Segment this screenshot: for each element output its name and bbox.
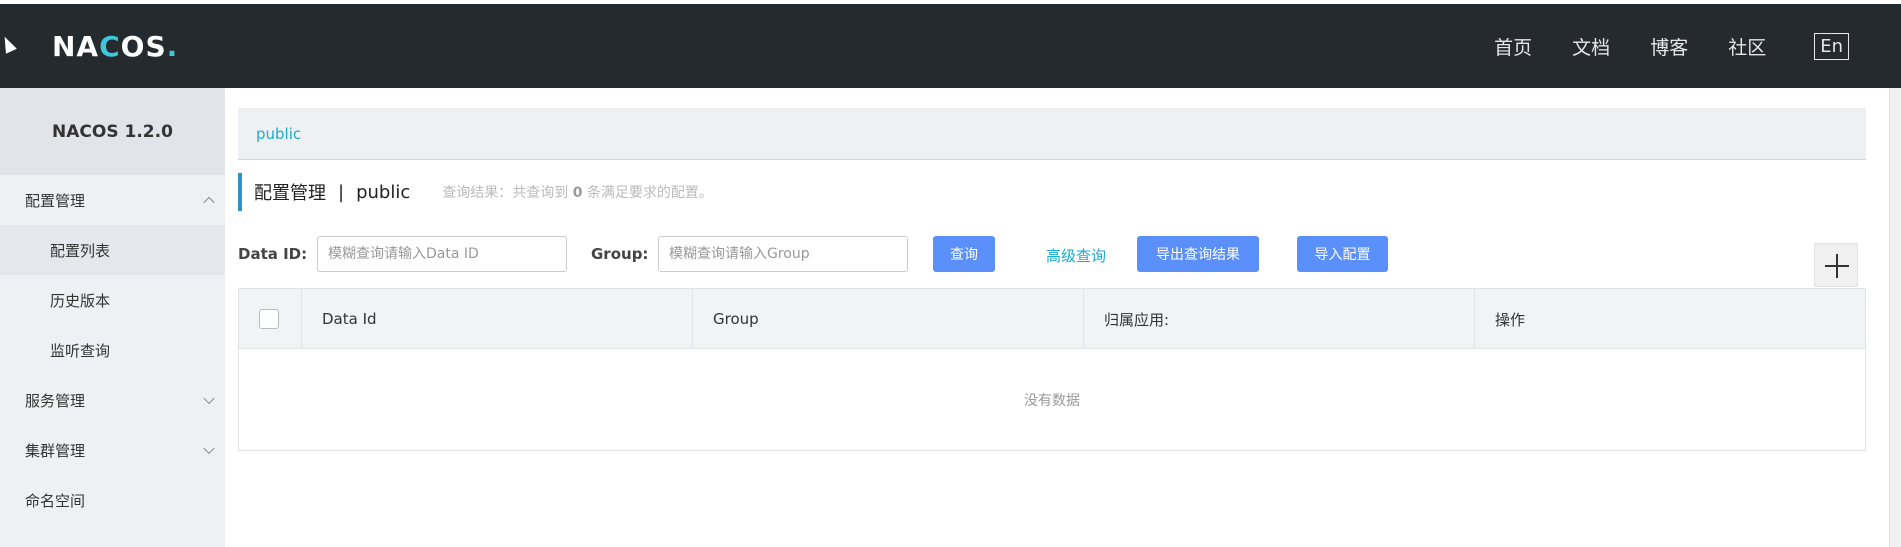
column-header-actions: 操作 xyxy=(1495,310,1526,329)
language-switch-button[interactable]: En xyxy=(1814,32,1849,60)
import-config-button[interactable]: 导入配置 xyxy=(1297,236,1388,272)
sidebar-item-label: 历史版本 xyxy=(50,291,111,310)
nav-home[interactable]: 首页 xyxy=(1494,33,1532,60)
hint-suffix: 条满足要求的配置。 xyxy=(586,185,713,201)
hint-prefix: 查询结果：共查询到 xyxy=(442,185,569,201)
sidebar: NACOS 1.2.0 配置管理 配置列表 历史版本 监听查询 服务管理 集群管… xyxy=(0,88,225,547)
chevron-down-icon xyxy=(203,392,215,405)
top-header: NACOS. 首页 文档 博客 社区 En xyxy=(0,4,1901,88)
logo-text-end: OS xyxy=(120,30,167,63)
query-button[interactable]: 查询 xyxy=(933,236,995,272)
nav-docs[interactable]: 文档 xyxy=(1572,33,1610,60)
config-table: Data Id Group 归属应用: 操作 没有数据 xyxy=(238,288,1866,451)
column-header-data-id[interactable]: Data Id xyxy=(302,289,693,349)
chevron-up-icon xyxy=(203,196,215,209)
sidebar-item-listener-query[interactable]: 监听查询 xyxy=(0,325,225,375)
nacos-logo[interactable]: NACOS. xyxy=(52,32,178,62)
page-header: 配置管理 | public 查询结果：共查询到 0 条满足要求的配置。 xyxy=(238,173,713,211)
column-header-app[interactable]: 归属应用: xyxy=(1084,289,1475,349)
column-header-group[interactable]: Group xyxy=(693,289,1084,349)
select-all-cell xyxy=(239,289,302,349)
data-id-label: Data ID: xyxy=(238,245,308,263)
query-result-hint: 查询结果：共查询到 0 条满足要求的配置。 xyxy=(442,182,713,202)
table-header: Data Id Group 归属应用: 操作 xyxy=(239,289,1865,349)
sidebar-item-cluster-management[interactable]: 集群管理 xyxy=(0,425,225,475)
data-id-input[interactable]: 模糊查询请输入Data ID xyxy=(317,236,567,272)
namespace-breadcrumb: public xyxy=(238,108,1866,160)
mouse-cursor-icon xyxy=(0,34,17,54)
advanced-query-link[interactable]: 高级查询 xyxy=(1046,245,1106,266)
sidebar-version-title: NACOS 1.2.0 xyxy=(0,88,225,175)
logo-text-accent: C xyxy=(99,30,121,63)
sidebar-item-label: 服务管理 xyxy=(25,391,86,410)
result-count: 0 xyxy=(572,185,583,201)
group-label: Group: xyxy=(591,245,649,263)
sidebar-item-label: 配置列表 xyxy=(50,241,111,260)
sidebar-item-label: 集群管理 xyxy=(25,441,86,460)
page-namespace: public xyxy=(356,181,411,203)
group-input[interactable]: 模糊查询请输入Group xyxy=(658,236,908,272)
chevron-down-icon xyxy=(203,442,215,455)
add-config-plus-icon[interactable] xyxy=(1814,243,1858,287)
sidebar-item-label: 配置管理 xyxy=(25,191,86,210)
sidebar-item-config-list[interactable]: 配置列表 xyxy=(0,225,225,275)
nav-blog[interactable]: 博客 xyxy=(1650,33,1688,60)
sidebar-item-label: 命名空间 xyxy=(25,491,86,510)
sidebar-item-label: 监听查询 xyxy=(50,341,111,360)
page-title: 配置管理 xyxy=(254,183,326,204)
sidebar-item-config-management[interactable]: 配置管理 xyxy=(0,175,225,225)
sidebar-item-namespace[interactable]: 命名空间 xyxy=(0,475,225,525)
sidebar-item-history[interactable]: 历史版本 xyxy=(0,275,225,325)
namespace-link-public[interactable]: public xyxy=(256,125,301,143)
top-nav: 首页 文档 博客 社区 En xyxy=(1494,4,1849,88)
title-separator: | xyxy=(338,181,345,203)
table-empty-state: 没有数据 xyxy=(1024,392,1080,409)
nav-community[interactable]: 社区 xyxy=(1728,33,1766,60)
logo-dot: . xyxy=(166,30,179,63)
search-bar: Data ID: 模糊查询请输入Data ID Group: 模糊查询请输入Gr… xyxy=(238,236,1866,272)
export-results-button[interactable]: 导出查询结果 xyxy=(1137,236,1259,272)
sidebar-item-service-management[interactable]: 服务管理 xyxy=(0,375,225,425)
logo-text-start: NA xyxy=(52,30,100,63)
select-all-checkbox[interactable] xyxy=(259,309,279,329)
page-scrollbar[interactable] xyxy=(1889,88,1901,547)
